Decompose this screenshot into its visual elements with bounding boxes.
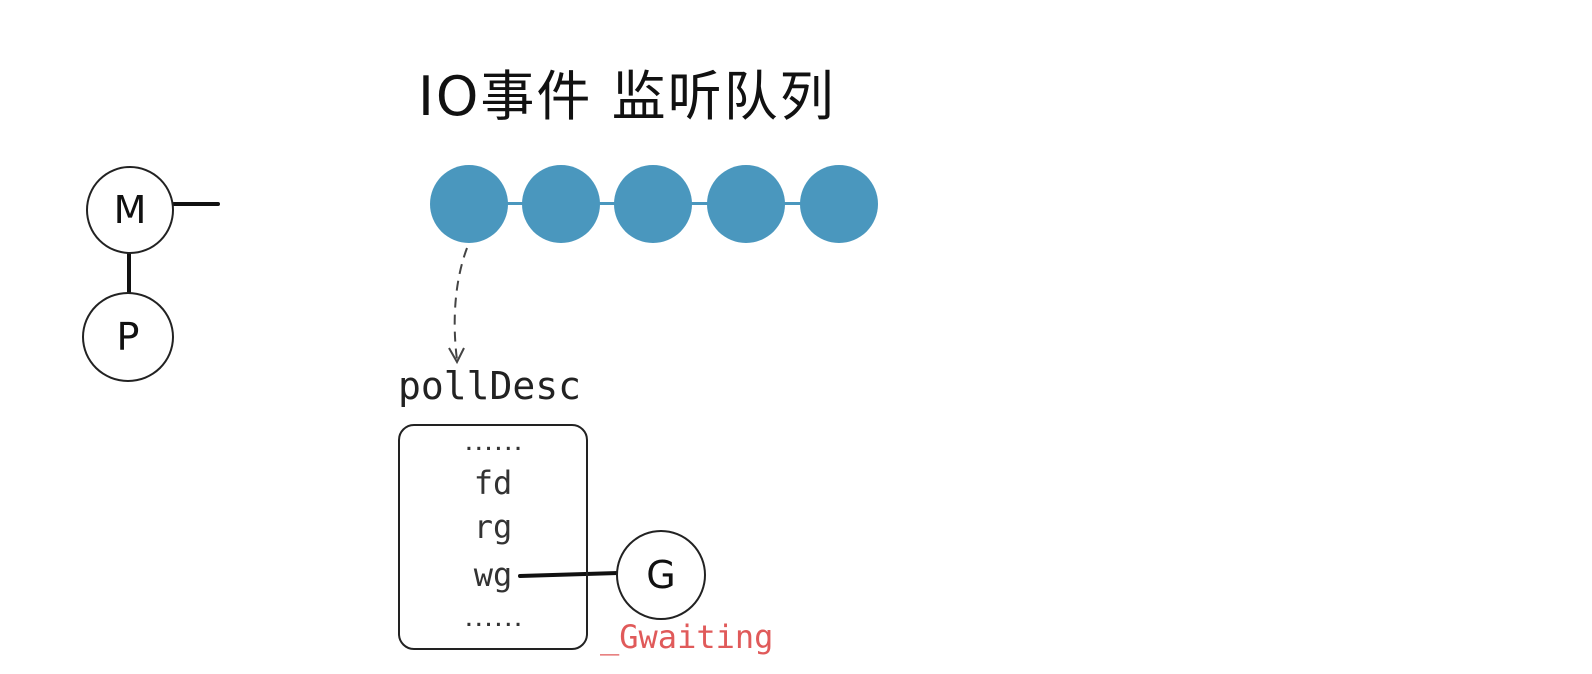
- p-node: P: [82, 292, 174, 382]
- io-event-queue: [430, 165, 878, 243]
- p-node-label: P: [116, 315, 140, 359]
- queue-item: [430, 165, 508, 243]
- g-node: G: [616, 530, 706, 620]
- queue-item: [707, 165, 785, 243]
- polldesc-box: ...... fd rg wg ......: [398, 424, 588, 650]
- diagram-title: IO事件 监听队列: [418, 65, 836, 128]
- goroutine-state-label: _Gwaiting: [600, 618, 774, 656]
- queue-item: [614, 165, 692, 243]
- polldesc-label: pollDesc: [398, 364, 582, 408]
- m-node-label: M: [113, 188, 147, 232]
- polldesc-field-wg: wg: [473, 556, 513, 594]
- g-node-label: G: [646, 553, 676, 597]
- queue-item: [800, 165, 878, 243]
- polldesc-field-fd: fd: [473, 464, 513, 502]
- polldesc-field-ellipsis-top: ......: [463, 434, 523, 455]
- polldesc-field-ellipsis-bottom: ......: [463, 610, 523, 631]
- polldesc-field-rg: rg: [473, 508, 513, 546]
- m-node: M: [86, 166, 174, 254]
- queue-to-polldesc-arrow: [453, 247, 468, 361]
- queue-item: [522, 165, 600, 243]
